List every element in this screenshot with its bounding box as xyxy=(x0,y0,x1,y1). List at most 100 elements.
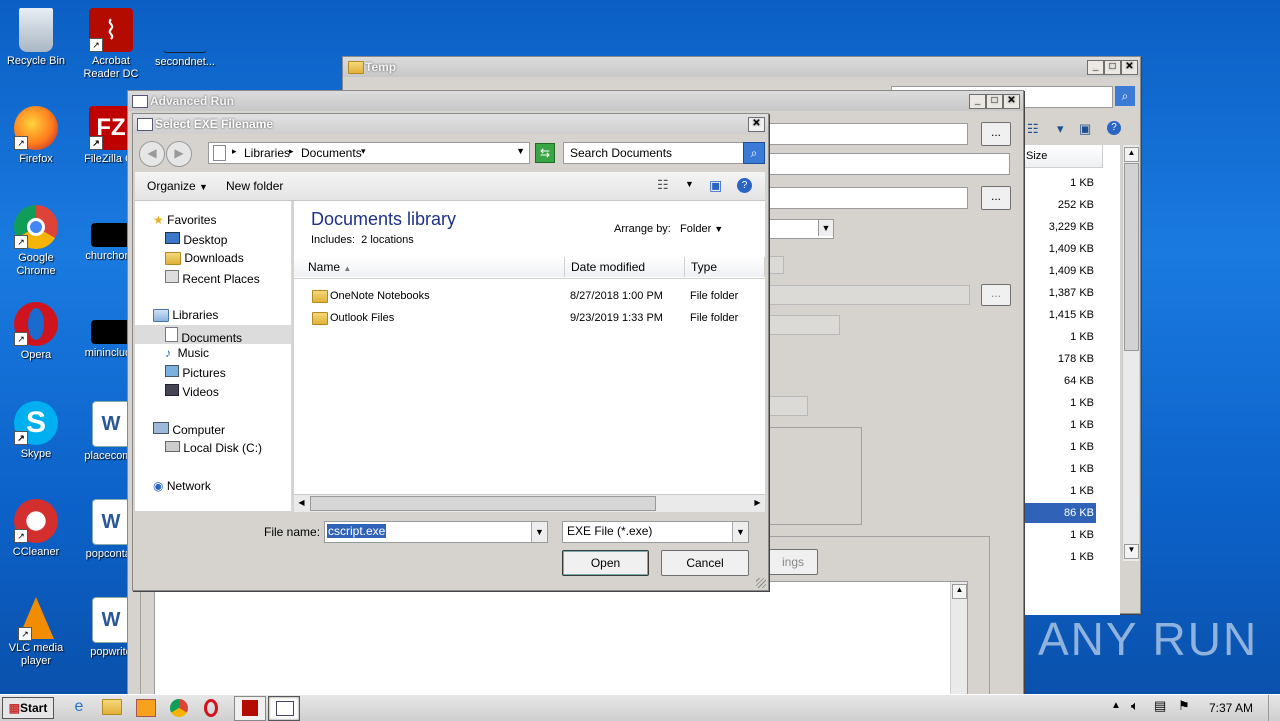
file-type-select[interactable]: EXE File (*.exe) ▼ xyxy=(562,521,749,543)
size-cell[interactable]: 1 KB xyxy=(1024,415,1096,435)
vertical-scrollbar[interactable]: ▲ xyxy=(950,582,967,696)
advanced-run-taskbar-button[interactable] xyxy=(268,696,300,721)
media-player-icon[interactable] xyxy=(136,699,156,717)
size-cell[interactable]: 64 KB xyxy=(1024,371,1096,391)
browse-disabled-button[interactable]: ... xyxy=(981,284,1011,306)
nav-local-disk[interactable]: Local Disk (C:) xyxy=(165,441,262,455)
minimize-button[interactable]: _ xyxy=(1087,60,1104,75)
nav-libraries[interactable]: Libraries xyxy=(153,308,218,323)
scroll-thumb[interactable] xyxy=(1124,163,1139,351)
nav-videos[interactable]: Videos xyxy=(165,384,219,399)
desktop-icon-vlc[interactable]: ↗ VLC media player xyxy=(1,597,71,668)
column-size-header[interactable]: Size xyxy=(1024,145,1103,168)
size-cell[interactable]: 3,229 KB xyxy=(1024,217,1096,237)
size-cell[interactable]: 1,415 KB xyxy=(1024,305,1096,325)
size-cell[interactable]: 1 KB xyxy=(1024,393,1096,413)
chevron-down-icon[interactable]: ▼ xyxy=(714,224,723,234)
size-cell[interactable]: 86 KB xyxy=(1024,503,1096,523)
breadcrumb-arrow-icon[interactable]: ▸ xyxy=(289,146,294,157)
nav-recent-places[interactable]: Recent Places xyxy=(165,270,260,286)
refresh-icon[interactable]: ⇆ xyxy=(535,143,555,163)
vertical-scrollbar[interactable]: ▲ ▼ xyxy=(1122,145,1139,561)
column-type-header[interactable]: Type xyxy=(685,257,765,277)
size-cell[interactable]: 1,387 KB xyxy=(1024,283,1096,303)
browse-directory-button[interactable]: ... xyxy=(981,186,1011,210)
start-directory-field[interactable] xyxy=(768,187,968,209)
chrome-icon[interactable] xyxy=(170,699,188,717)
run-mode-select[interactable]: ▼ xyxy=(768,219,834,239)
environment-variables-textarea[interactable]: ▲ xyxy=(154,581,968,698)
view-list-icon[interactable]: ☷ xyxy=(1027,121,1039,137)
arrange-by-select[interactable]: Folder xyxy=(680,223,711,235)
address-bar[interactable]: ▸ Libraries ▸ Documents ▾ ▼ xyxy=(208,142,530,164)
chevron-down-icon[interactable]: ▼ xyxy=(732,522,748,542)
cancel-button[interactable]: Cancel xyxy=(661,550,749,576)
resize-grip[interactable] xyxy=(756,578,766,588)
maximize-button[interactable]: □ xyxy=(1104,60,1121,75)
scroll-up-arrow-icon[interactable]: ▲ xyxy=(952,584,967,599)
help-icon[interactable]: ? xyxy=(1107,121,1121,135)
scroll-left-arrow-icon[interactable]: ◀ xyxy=(295,496,308,509)
breadcrumb-arrow-icon[interactable]: ▾ xyxy=(361,146,366,157)
column-date-header[interactable]: Date modified xyxy=(565,257,685,277)
action-center-flag-icon[interactable]: ⚑ xyxy=(1178,698,1190,714)
locations-link[interactable]: 2 locations xyxy=(361,234,414,246)
tray-expand-icon[interactable]: ▲ xyxy=(1111,700,1121,711)
opera-icon[interactable] xyxy=(204,699,218,717)
size-cell[interactable]: 1 KB xyxy=(1024,525,1096,545)
size-cell[interactable]: 252 KB xyxy=(1024,195,1096,215)
breadcrumb-libraries[interactable]: Libraries xyxy=(244,146,290,160)
list-item[interactable]: Outlook Files 9/23/2019 1:33 PM File fol… xyxy=(294,307,765,329)
list-item[interactable]: OneNote Notebooks 8/27/2018 1:00 PM File… xyxy=(294,285,765,307)
horizontal-scrollbar[interactable]: ◀ ▶ xyxy=(294,494,765,512)
search-input[interactable]: Search Documents xyxy=(563,142,745,164)
desktop-icon-firefox[interactable]: ↗ Firefox xyxy=(1,106,71,166)
chevron-down-icon[interactable]: ▼ xyxy=(531,522,547,542)
size-cell[interactable]: 1 KB xyxy=(1024,173,1096,193)
chevron-down-icon[interactable]: ▼ xyxy=(685,179,694,189)
explorer-icon[interactable] xyxy=(102,699,124,717)
size-cell[interactable]: 1 KB xyxy=(1024,459,1096,479)
size-cell[interactable]: 1,409 KB xyxy=(1024,239,1096,259)
chevron-down-icon[interactable]: ▼ xyxy=(818,220,833,236)
desktop-icon-skype[interactable]: S ↗ Skype xyxy=(1,401,71,461)
preview-pane-icon[interactable]: ▣ xyxy=(709,177,722,194)
maximize-button[interactable]: □ xyxy=(986,94,1003,109)
volume-icon[interactable]: 🔈︎ xyxy=(1131,698,1139,714)
arguments-field[interactable] xyxy=(768,153,1010,175)
chevron-down-icon[interactable]: ▾ xyxy=(1057,121,1064,137)
breadcrumb-documents[interactable]: Documents xyxy=(301,146,362,160)
scroll-up-arrow-icon[interactable]: ▲ xyxy=(1124,147,1139,162)
new-folder-button[interactable]: New folder xyxy=(226,179,283,193)
acrobat-taskbar-button[interactable] xyxy=(234,696,266,721)
nav-downloads[interactable]: Downloads xyxy=(165,251,244,266)
desktop-icon-recycle-bin[interactable]: Recycle Bin xyxy=(1,8,71,68)
nav-favorites[interactable]: ★ Favorites xyxy=(153,213,216,227)
program-path-field[interactable] xyxy=(768,123,968,145)
desktop-icon-secondnet[interactable]: secondnet... xyxy=(150,8,220,69)
nav-music[interactable]: ♪ Music xyxy=(165,346,209,360)
close-button[interactable]: ✕ xyxy=(1003,94,1020,109)
file-name-input[interactable]: cscript.exe ▼ xyxy=(324,521,548,543)
browse-program-button[interactable]: ... xyxy=(981,122,1011,146)
desktop-icon-chrome[interactable]: ↗ Google Chrome xyxy=(1,205,71,278)
chevron-down-icon[interactable]: ▼ xyxy=(516,146,525,156)
view-list-icon[interactable]: ☷ xyxy=(657,177,669,193)
close-button[interactable]: ✕ xyxy=(1121,60,1138,75)
scroll-down-arrow-icon[interactable]: ▼ xyxy=(1124,544,1139,559)
organize-menu[interactable]: Organize ▼ xyxy=(147,179,208,193)
nav-desktop[interactable]: Desktop xyxy=(165,232,227,247)
minimize-button[interactable]: _ xyxy=(969,94,986,109)
help-icon[interactable]: ? xyxy=(737,178,752,193)
clock[interactable]: 7:37 AM xyxy=(1209,701,1253,715)
size-cell[interactable]: 178 KB xyxy=(1024,349,1096,369)
network-tray-icon[interactable]: ▤ xyxy=(1154,698,1166,714)
ie-icon[interactable]: e xyxy=(68,698,90,718)
back-button[interactable]: ◀ xyxy=(139,141,165,167)
column-name-header[interactable]: Name ▲ xyxy=(294,257,565,277)
desktop-icon-ccleaner[interactable]: ↗ CCleaner xyxy=(1,499,71,559)
nav-computer[interactable]: Computer xyxy=(153,422,225,437)
nav-documents-selected[interactable]: Documents xyxy=(135,325,291,345)
size-cell[interactable]: 1 KB xyxy=(1024,547,1096,567)
forward-button[interactable]: ▶ xyxy=(166,141,192,167)
